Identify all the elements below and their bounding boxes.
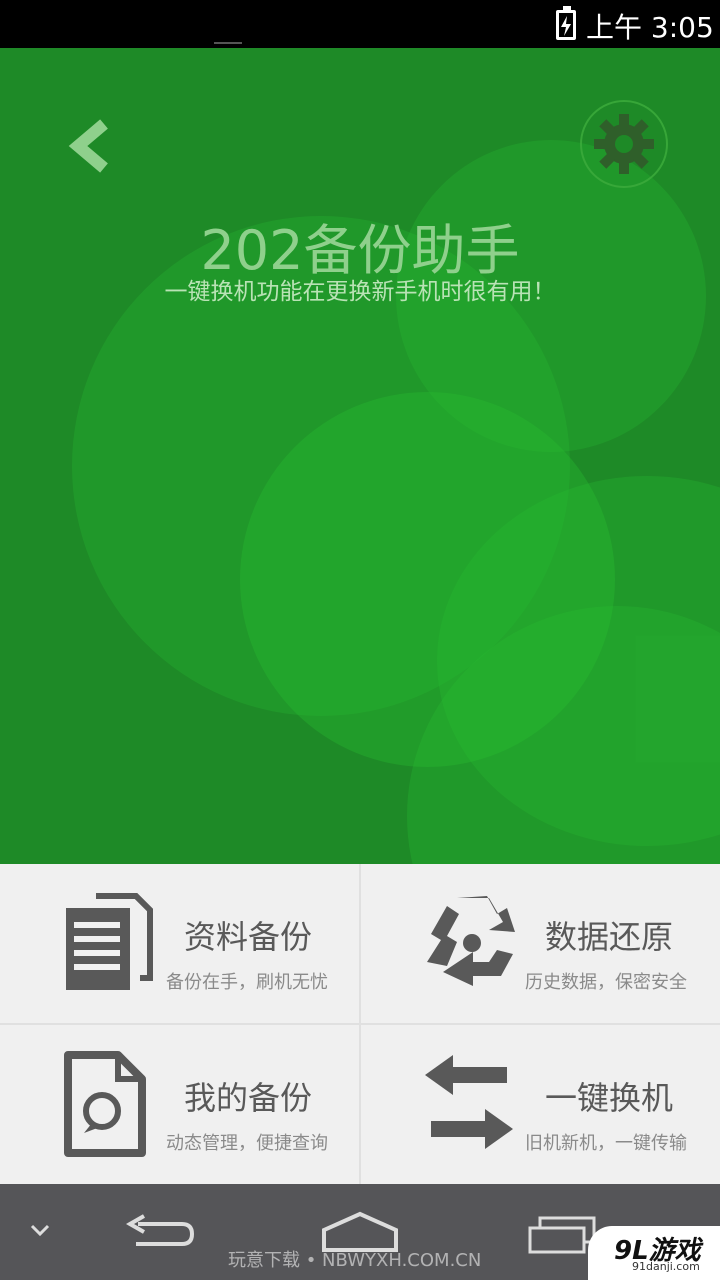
- documents-icon: [66, 893, 153, 990]
- swap-arrows-icon: [425, 1055, 513, 1149]
- settings-button[interactable]: [580, 100, 668, 188]
- recycle-icon: [427, 896, 515, 986]
- tile-subtitle: 备份在手，刷机无忧: [166, 972, 328, 993]
- tile-title: 一键换机: [545, 1079, 674, 1117]
- hero-banner: 202备份助手 一键换机功能在更换新手机时很有用！: [0, 48, 720, 864]
- file-chat-icon: [64, 1051, 146, 1157]
- back-button[interactable]: [60, 110, 130, 180]
- one-click-transfer-tile[interactable]: 一键换机 旧机新机，一键传输: [361, 1025, 720, 1184]
- back-arrow-icon[interactable]: [122, 1214, 198, 1254]
- chevron-down-icon[interactable]: [22, 1212, 58, 1248]
- chevron-left-icon: [68, 119, 108, 173]
- logo-url: 91danji.com: [632, 1260, 700, 1273]
- battery-charging-icon: [556, 6, 576, 40]
- recent-apps-icon[interactable]: [526, 1214, 596, 1254]
- restore-data-tile[interactable]: 数据还原 历史数据，保密安全: [361, 864, 720, 1023]
- tile-title: 我的备份: [184, 1079, 313, 1117]
- my-backups-tile[interactable]: 我的备份 动态管理，便捷查询: [0, 1025, 359, 1184]
- site-logo: 9L游戏 91danji.com: [588, 1226, 720, 1280]
- tile-title: 资料备份: [184, 918, 313, 956]
- status-bar: 上午 3:05: [0, 0, 720, 48]
- page-subtitle: 一键换机功能在更换新手机时很有用！: [164, 279, 556, 305]
- backup-data-tile[interactable]: 资料备份 备份在手，刷机无忧: [0, 864, 359, 1023]
- status-time: 上午 3:05: [586, 11, 714, 44]
- tile-title: 数据还原: [545, 918, 674, 956]
- status-indicator: [214, 42, 242, 44]
- gear-icon: [594, 114, 654, 174]
- tile-subtitle: 旧机新机，一键传输: [525, 1133, 687, 1154]
- tile-subtitle: 动态管理，便捷查询: [166, 1133, 328, 1154]
- watermark-text: 玩意下载 • NBWYXH.COM.CN: [228, 1250, 482, 1271]
- tile-subtitle: 历史数据，保密安全: [525, 972, 687, 993]
- feature-grid: 资料备份 备份在手，刷机无忧 数据还原 历史数据，保密安全 我的备份 动态管理，…: [0, 864, 720, 1184]
